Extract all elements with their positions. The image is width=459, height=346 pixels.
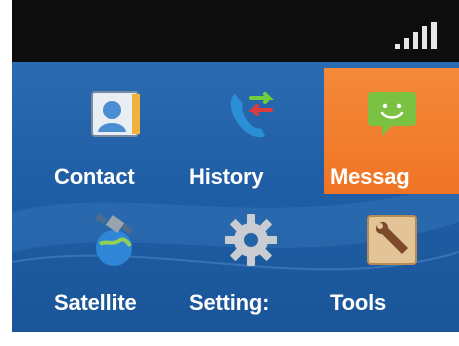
phone-screen: Contact History Messag Satellite Setting… (0, 0, 459, 346)
app-label: History (189, 164, 264, 189)
phone-arrows-icon (230, 92, 274, 138)
app-label: Contact (54, 164, 135, 189)
contacts-card-icon (90, 91, 140, 137)
app-contacts[interactable]: Contact (48, 68, 183, 194)
app-settings[interactable]: Setting: (183, 194, 318, 320)
bottom-border (0, 332, 459, 346)
app-tools[interactable]: Tools (324, 194, 459, 320)
app-label: Tools (330, 290, 387, 315)
gear-icon (224, 214, 277, 266)
app-satellite[interactable]: Satellite (48, 194, 183, 320)
app-history[interactable]: History (183, 68, 318, 194)
app-messages[interactable]: Messag (324, 68, 459, 194)
home-menu: Contact History Messag Satellite Setting… (12, 62, 459, 332)
message-bubble-smile-icon (367, 92, 416, 136)
signal-strength-icon (395, 22, 437, 49)
wrench-box-icon (366, 215, 417, 265)
app-label: Setting: (189, 290, 270, 315)
satellite-globe-icon (94, 213, 133, 266)
app-label: Messag (330, 164, 410, 189)
app-label: Satellite (54, 290, 137, 315)
status-bar (12, 0, 459, 62)
